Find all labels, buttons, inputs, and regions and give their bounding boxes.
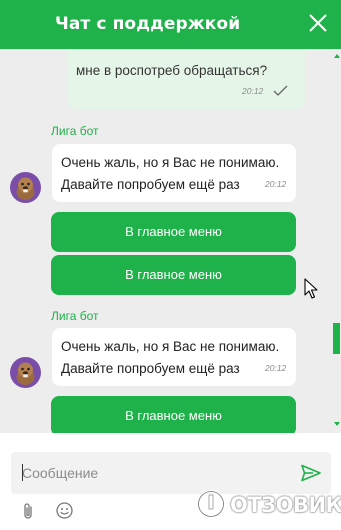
main-menu-button[interactable]: В главное меню: [51, 212, 296, 252]
chat-header: Чат с поддержкой: [0, 0, 341, 49]
cursor-icon: [304, 278, 318, 299]
bot-avatar: [10, 357, 41, 388]
user-message-text: мне в роспотреб обращаться?: [76, 63, 268, 78]
bot-message: Очень жаль, но я Вас не понимаю. Давайте…: [52, 144, 296, 202]
watermark-text: ОТЗОВИК: [230, 493, 341, 517]
bot-message-text: Давайте попробуем ещё раз: [61, 361, 240, 376]
chat-scrollbar[interactable]: [332, 49, 341, 433]
message-list[interactable]: мне в роспотреб обращаться? 20:12 Лига б…: [0, 49, 341, 433]
scroll-down-icon[interactable]: [334, 422, 340, 426]
message-input[interactable]: [22, 463, 282, 483]
check-icon: [273, 85, 288, 96]
watermark: ОТЗОВИК: [196, 488, 341, 520]
bot-message-text: Очень жаль, но я Вас не понимаю.: [61, 339, 280, 354]
bot-sender-label: Лига бот: [51, 309, 99, 323]
bot-sender-label: Лига бот: [51, 124, 99, 138]
scroll-thumb[interactable]: [333, 323, 340, 354]
emoji-icon[interactable]: [56, 502, 73, 519]
bot-message-text: Давайте попробуем ещё раз: [61, 177, 240, 192]
main-menu-button[interactable]: В главное меню: [51, 255, 296, 295]
scroll-up-icon[interactable]: [334, 54, 340, 58]
bot-message: Очень жаль, но я Вас не понимаю. Давайте…: [52, 328, 296, 386]
header-title: Чат с поддержкой: [55, 14, 241, 34]
close-icon[interactable]: [307, 12, 329, 34]
bot-avatar: [10, 172, 41, 203]
send-icon[interactable]: [301, 464, 321, 482]
bot-message-time: 20:12: [265, 179, 287, 189]
bot-message-time: 20:12: [265, 363, 287, 373]
text-caret: [22, 464, 23, 481]
user-message-time: 20:12: [242, 86, 264, 96]
main-menu-button[interactable]: В главное меню: [51, 396, 296, 433]
bot-message-text: Очень жаль, но я Вас не понимаю.: [61, 155, 280, 170]
watermark-logo-icon: [197, 490, 225, 518]
user-message: мне в роспотреб обращаться? 20:12: [67, 49, 305, 109]
attach-icon[interactable]: [21, 502, 35, 520]
